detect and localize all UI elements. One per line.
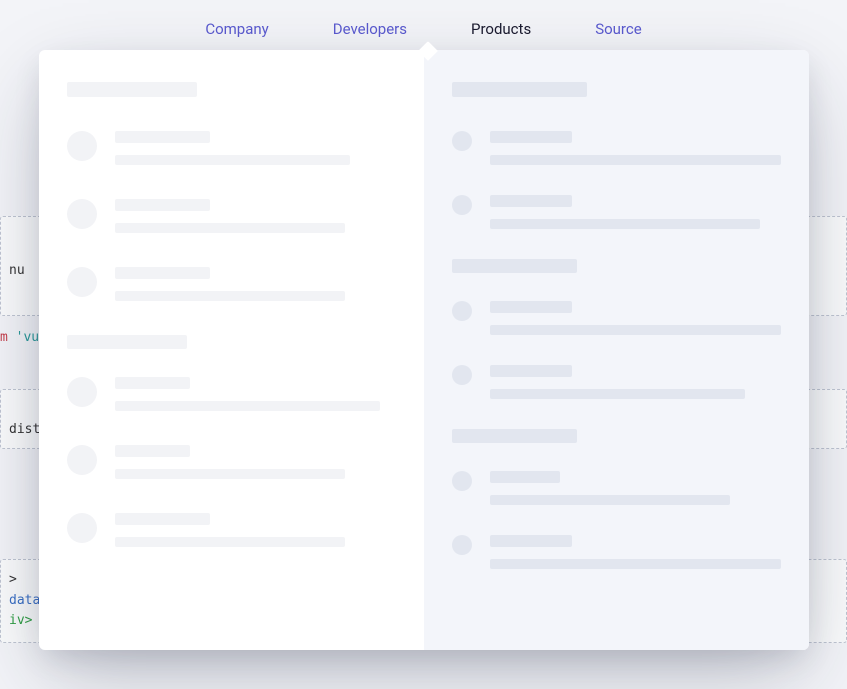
skeleton-title: [115, 513, 210, 525]
skeleton-desc: [115, 469, 345, 479]
skeleton-avatar: [67, 445, 97, 475]
skeleton-title: [490, 535, 572, 547]
skeleton-desc: [115, 223, 345, 233]
skeleton-heading: [452, 82, 587, 97]
skeleton-avatar: [452, 131, 472, 151]
skeleton-desc: [115, 291, 345, 301]
skeleton-avatar: [452, 301, 472, 321]
skeleton-item[interactable]: [67, 445, 396, 479]
nav-products[interactable]: Products: [469, 16, 533, 42]
skeleton-avatar: [67, 131, 97, 161]
skeleton-item[interactable]: [67, 199, 396, 233]
skeleton-subheading: [67, 335, 187, 349]
skeleton-desc: [490, 389, 745, 399]
skeleton-avatar: [67, 513, 97, 543]
skeleton-subheading: [452, 259, 577, 273]
code-tag: iv>: [9, 613, 32, 628]
skeleton-item[interactable]: [452, 365, 781, 399]
skeleton-desc: [490, 559, 781, 569]
skeleton-desc: [490, 155, 781, 165]
skeleton-item[interactable]: [452, 131, 781, 165]
dropdown-right-column: [424, 50, 809, 650]
nav-company[interactable]: Company: [203, 16, 270, 42]
skeleton-avatar: [452, 195, 472, 215]
skeleton-title: [115, 267, 210, 279]
skeleton-desc: [115, 537, 345, 547]
skeleton-title: [490, 195, 572, 207]
skeleton-item[interactable]: [67, 131, 396, 165]
skeleton-desc: [490, 325, 781, 335]
skeleton-desc: [115, 155, 350, 165]
skeleton-desc: [490, 219, 760, 229]
skeleton-item[interactable]: [67, 513, 396, 547]
skeleton-avatar: [452, 535, 472, 555]
skeleton-title: [115, 131, 210, 143]
skeleton-heading: [67, 82, 197, 97]
skeleton-avatar: [67, 267, 97, 297]
skeleton-item[interactable]: [67, 267, 396, 301]
skeleton-avatar: [452, 365, 472, 385]
skeleton-desc: [115, 401, 380, 411]
skeleton-title: [115, 199, 210, 211]
skeleton-avatar: [67, 199, 97, 229]
navbar: Company Developers Products Source: [0, 0, 847, 50]
skeleton-title: [115, 445, 190, 457]
skeleton-title: [490, 365, 572, 377]
skeleton-item[interactable]: [452, 301, 781, 335]
nav-source[interactable]: Source: [593, 16, 643, 42]
skeleton-title: [490, 301, 572, 313]
skeleton-title: [490, 471, 560, 483]
skeleton-avatar: [452, 471, 472, 491]
nav-developers[interactable]: Developers: [331, 16, 409, 42]
skeleton-desc: [490, 495, 730, 505]
skeleton-item[interactable]: [67, 377, 396, 411]
skeleton-item[interactable]: [452, 471, 781, 505]
skeleton-item[interactable]: [452, 535, 781, 569]
code-text: nu: [9, 263, 25, 278]
code-keyword: m: [0, 330, 16, 345]
skeleton-title: [490, 131, 572, 143]
dropdown-left-column: [39, 50, 424, 650]
skeleton-title: [115, 377, 190, 389]
code-bracket: >: [9, 572, 17, 587]
skeleton-subheading: [452, 429, 577, 443]
skeleton-avatar: [67, 377, 97, 407]
dropdown-panel: [39, 50, 809, 650]
skeleton-item[interactable]: [452, 195, 781, 229]
